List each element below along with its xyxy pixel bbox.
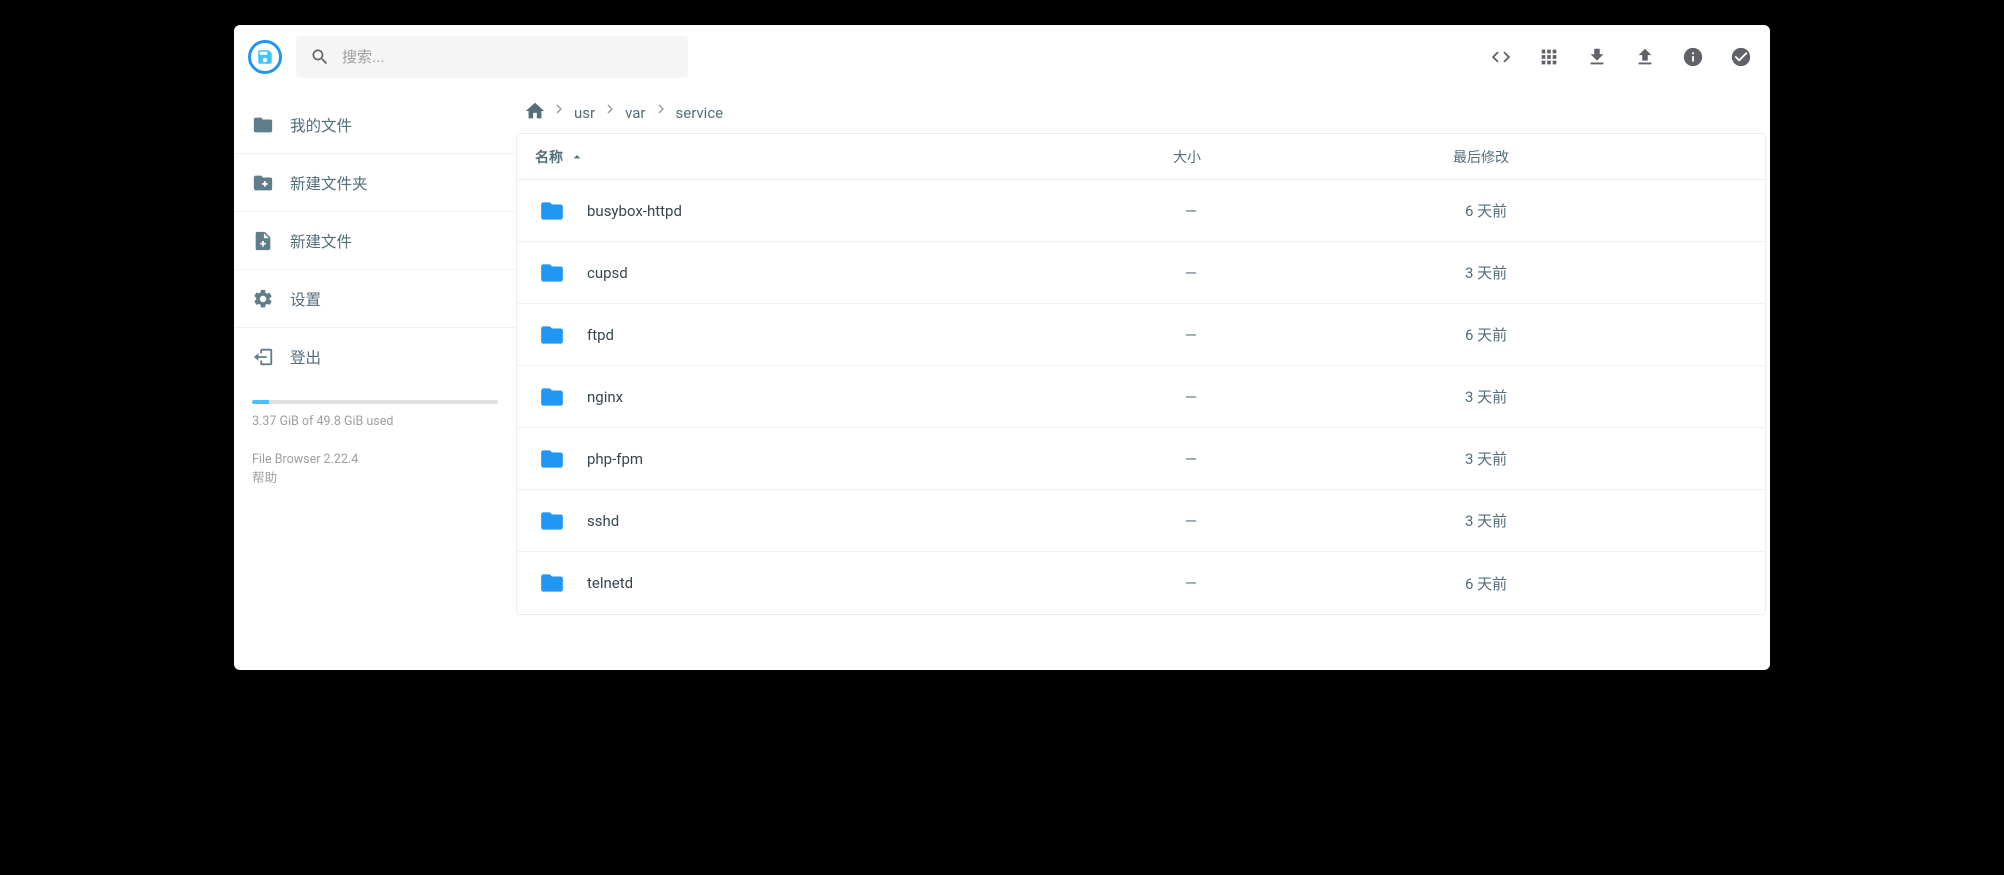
search-input[interactable] (342, 49, 674, 66)
code-icon (1490, 46, 1512, 68)
sidebar-item-label: 登出 (290, 346, 321, 368)
file-modified: 3 天前 (1465, 262, 1765, 283)
file-size: — (1185, 512, 1465, 530)
view-grid-button[interactable] (1538, 46, 1560, 68)
column-name[interactable]: 名称 (517, 147, 1173, 167)
table-row[interactable]: ftpd—6 天前 (517, 304, 1765, 366)
file-modified: 3 天前 (1465, 510, 1765, 531)
app-window: 我的文件 新建文件夹 新建文件 设置 登出 3.37 GiB of 49.8 G… (234, 25, 1770, 670)
file-size: — (1185, 264, 1465, 282)
app-version: File Browser 2.22.4 (252, 451, 498, 470)
table-row[interactable]: cupsd—3 天前 (517, 242, 1765, 304)
file-size: — (1185, 202, 1465, 220)
storage-text: 3.37 GiB of 49.8 GiB used (252, 414, 498, 429)
save-icon (256, 48, 274, 66)
sidebar-meta: File Browser 2.22.4 帮助 (234, 435, 516, 505)
sidebar-item-label: 我的文件 (290, 114, 352, 136)
home-icon[interactable] (524, 100, 546, 122)
search-box[interactable] (296, 36, 688, 78)
toggle-shell-button[interactable] (1490, 46, 1512, 68)
folder-icon (539, 322, 565, 348)
file-table: 名称 大小 最后修改 busybox-httpd—6 天前cupsd—3 天前f… (516, 133, 1766, 615)
file-name: cupsd (587, 264, 1185, 282)
help-link[interactable]: 帮助 (252, 471, 277, 486)
table-row[interactable]: sshd—3 天前 (517, 490, 1765, 552)
folder-icon (539, 198, 565, 224)
storage-bar (252, 400, 498, 404)
logout-icon (252, 346, 274, 368)
folder-icon (539, 384, 565, 410)
search-icon (310, 47, 330, 67)
file-name: php-fpm (587, 450, 1185, 468)
select-all-button[interactable] (1730, 46, 1752, 68)
sidebar-item-label: 新建文件夹 (290, 172, 368, 194)
header (234, 25, 1770, 89)
upload-button[interactable] (1634, 46, 1656, 68)
folder-icon (252, 114, 274, 136)
app-logo[interactable] (248, 40, 282, 74)
file-size: — (1185, 388, 1465, 406)
main-panel: usrvarservice 名称 大小 最后修改 busybox-httpd—6… (516, 89, 1770, 670)
chevron-right-icon (652, 100, 670, 118)
file-name: sshd (587, 512, 1185, 530)
storage-usage: 3.37 GiB of 49.8 GiB used (234, 386, 516, 435)
header-actions (1490, 46, 1752, 68)
breadcrumb-segment[interactable]: usr (568, 104, 601, 122)
file-modified: 3 天前 (1465, 386, 1765, 407)
breadcrumb-segment[interactable]: service (670, 104, 730, 122)
info-icon (1682, 46, 1704, 68)
table-header: 名称 大小 最后修改 (517, 134, 1765, 180)
file-size: — (1185, 450, 1465, 468)
table-row[interactable]: nginx—3 天前 (517, 366, 1765, 428)
table-row[interactable]: php-fpm—3 天前 (517, 428, 1765, 490)
breadcrumb: usrvar service (516, 89, 1770, 133)
file-modified: 6 天前 (1465, 324, 1765, 345)
file-modified: 6 天前 (1465, 200, 1765, 221)
sidebar-item-logout[interactable]: 登出 (234, 328, 516, 386)
column-modified[interactable]: 最后修改 (1453, 147, 1753, 167)
file-modified: 3 天前 (1465, 448, 1765, 469)
sidebar-item-label: 设置 (290, 288, 321, 310)
file-name: busybox-httpd (587, 202, 1185, 220)
sidebar-item-label: 新建文件 (290, 230, 352, 252)
download-button[interactable] (1586, 46, 1608, 68)
column-size[interactable]: 大小 (1173, 147, 1453, 167)
upload-icon (1634, 46, 1656, 68)
settings-icon (252, 288, 274, 310)
folder-icon (539, 260, 565, 286)
folder-icon (539, 508, 565, 534)
chevron-right-icon (601, 100, 619, 118)
breadcrumb-segment[interactable]: var (619, 104, 651, 122)
table-row[interactable]: busybox-httpd—6 天前 (517, 180, 1765, 242)
file-modified: 6 天前 (1465, 573, 1765, 594)
chevron-right-icon (550, 100, 568, 118)
sidebar-item-settings[interactable]: 设置 (234, 270, 516, 328)
sort-asc-icon (569, 149, 585, 165)
sidebar-item-new-folder[interactable]: 新建文件夹 (234, 154, 516, 212)
folder-icon (539, 446, 565, 472)
grid-icon (1538, 46, 1560, 68)
sidebar: 我的文件 新建文件夹 新建文件 设置 登出 3.37 GiB of 49.8 G… (234, 89, 516, 670)
file-name: telnetd (587, 574, 1185, 592)
download-icon (1586, 46, 1608, 68)
info-button[interactable] (1682, 46, 1704, 68)
sidebar-item-my-files[interactable]: 我的文件 (234, 96, 516, 154)
new-folder-icon (252, 172, 274, 194)
file-name: nginx (587, 388, 1185, 406)
sidebar-item-new-file[interactable]: 新建文件 (234, 212, 516, 270)
check-circle-icon (1730, 45, 1752, 69)
file-size: — (1185, 326, 1465, 344)
folder-icon (539, 570, 565, 596)
file-size: — (1185, 574, 1465, 592)
file-name: ftpd (587, 326, 1185, 344)
new-file-icon (252, 230, 274, 252)
table-row[interactable]: telnetd—6 天前 (517, 552, 1765, 614)
